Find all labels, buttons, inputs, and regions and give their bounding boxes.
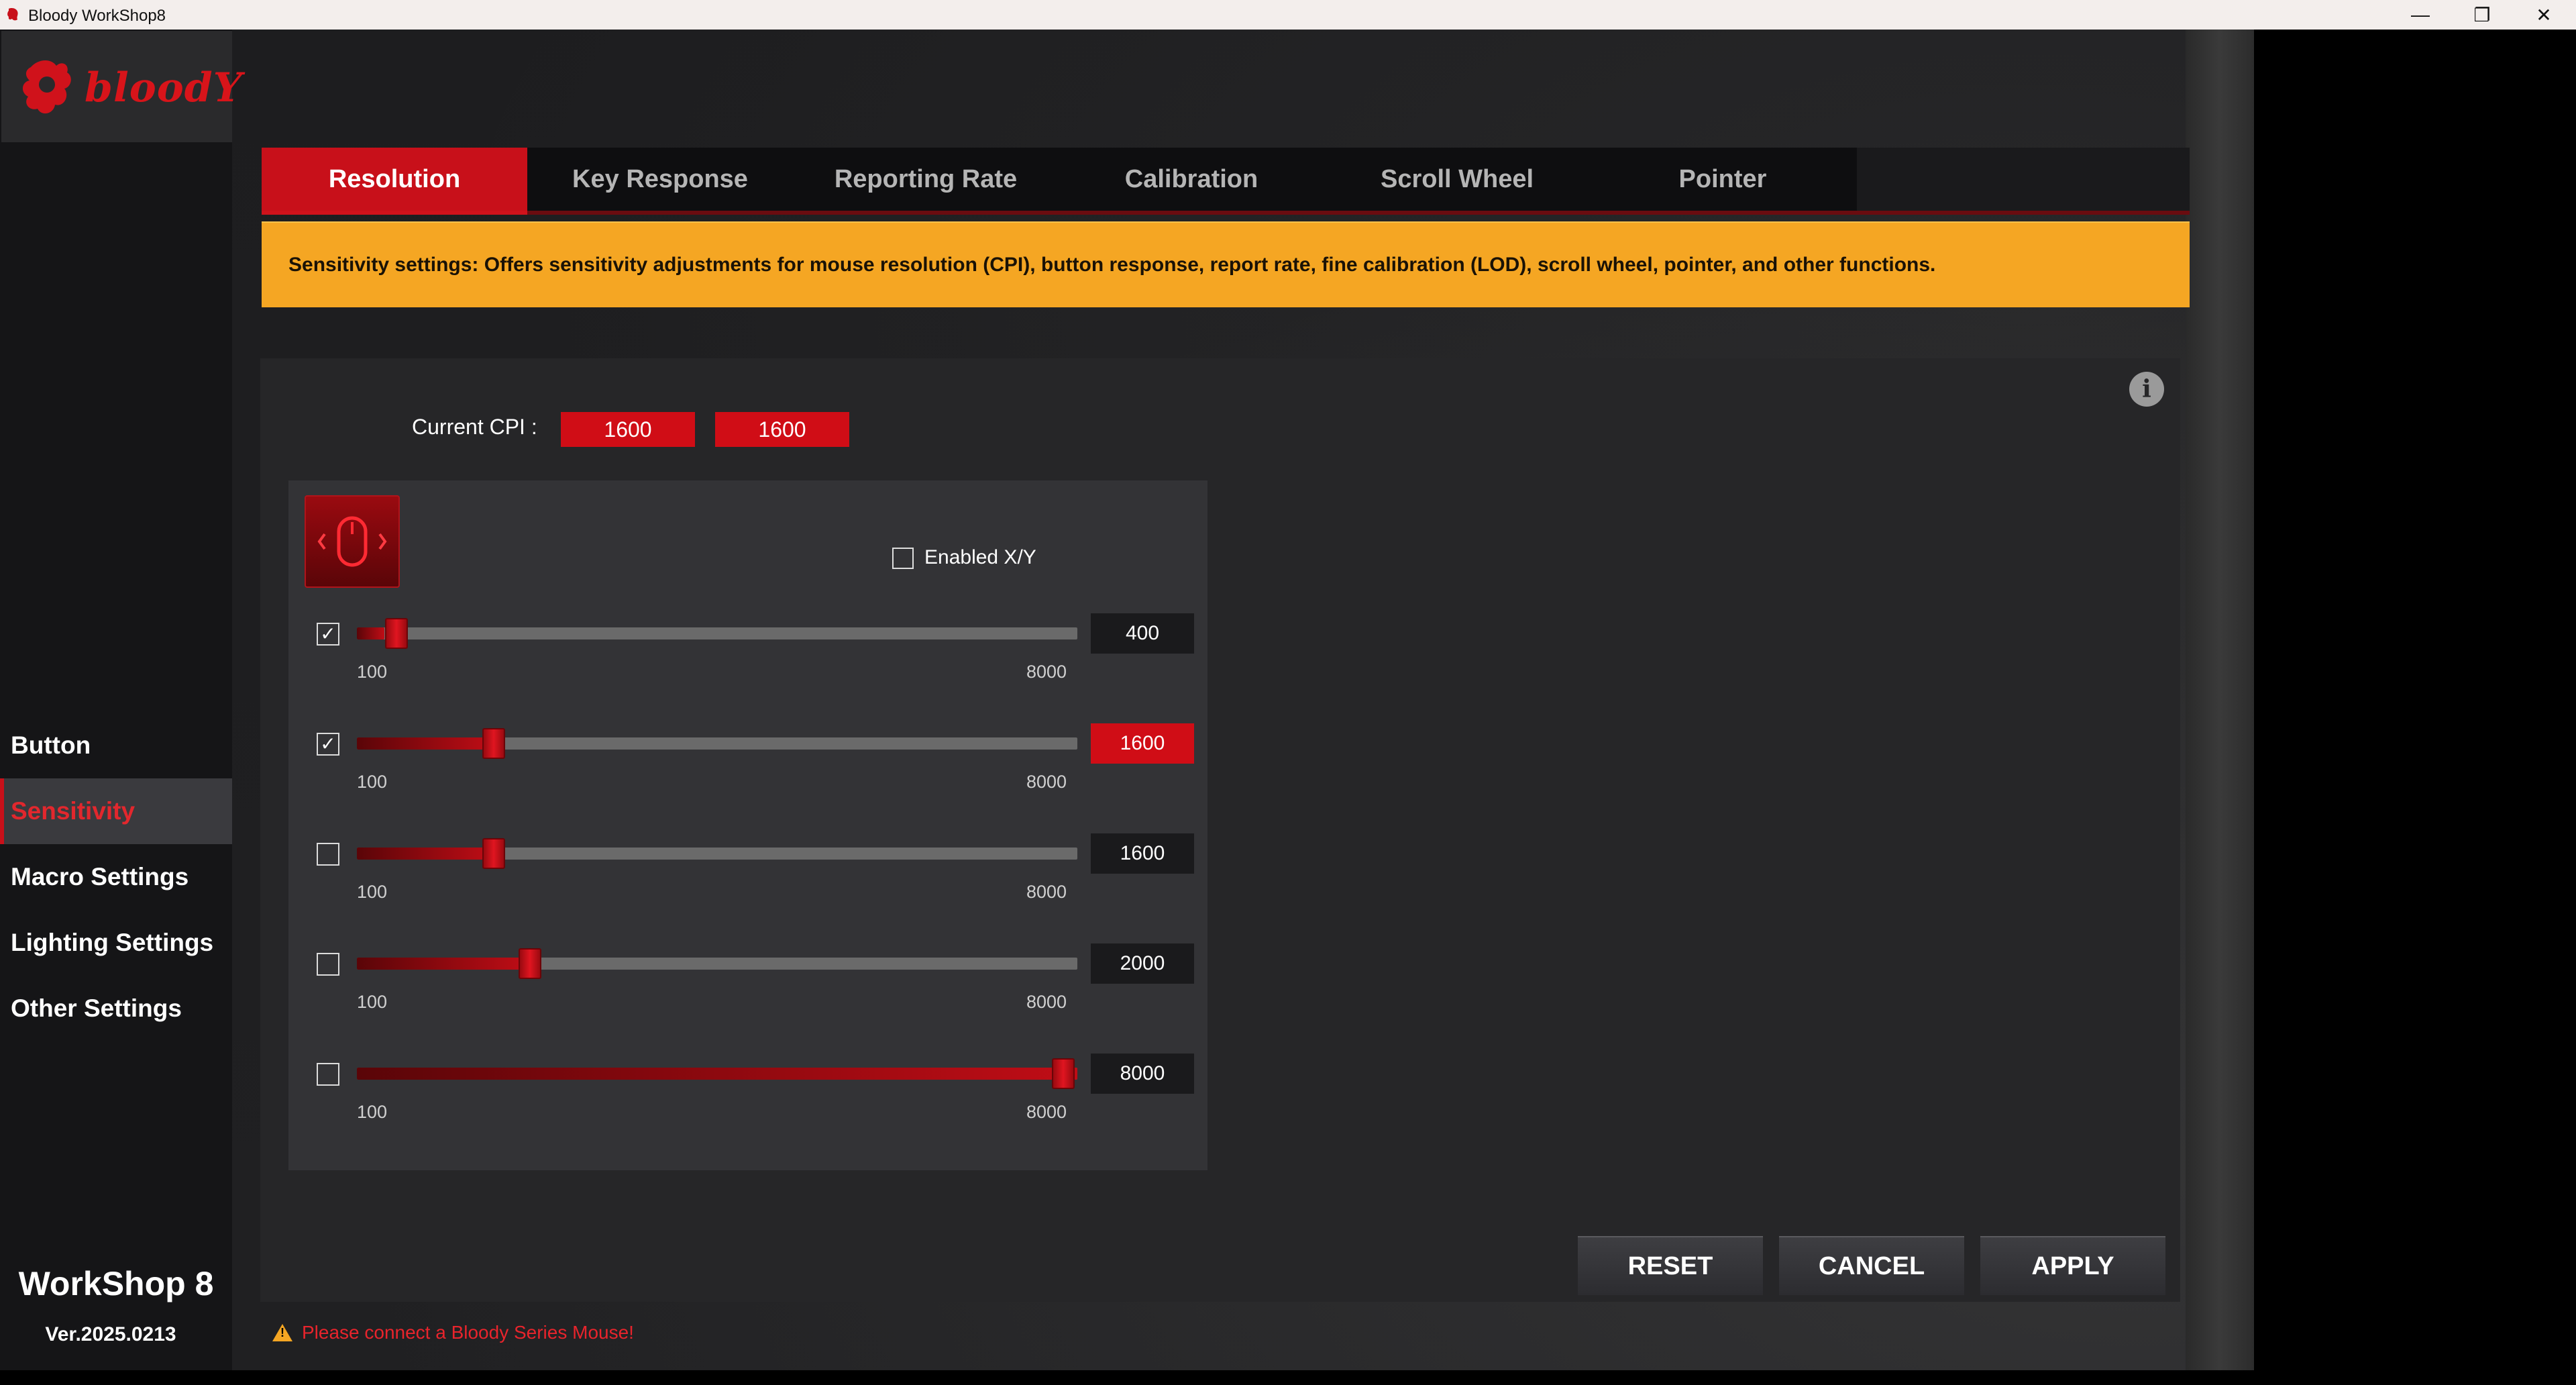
checkmark-icon: ✓ [320, 733, 336, 754]
reset-button[interactable]: RESET [1578, 1236, 1763, 1295]
tab-list: Resolution Key Response Reporting Rate C… [262, 148, 1857, 211]
cpi-level-checkbox[interactable]: ✓ [317, 733, 339, 756]
slider-max-label: 8000 [1026, 882, 1067, 902]
tab-reporting-rate[interactable]: Reporting Rate [793, 148, 1059, 211]
cpi-value-field[interactable]: 1600 [1091, 833, 1194, 874]
slider-min-label: 100 [357, 992, 388, 1012]
cpi-slider-handle[interactable] [519, 948, 542, 979]
cpi-value-field[interactable]: 400 [1091, 613, 1194, 654]
sidebar-item-label: Sensitivity [11, 797, 136, 825]
slider-max-label: 8000 [1026, 772, 1067, 792]
minimize-icon: — [2411, 4, 2430, 25]
cpi-level-checkbox[interactable] [317, 1063, 339, 1086]
sidebar-item-label: Macro Settings [11, 863, 189, 890]
cpi-slider-handle[interactable] [385, 618, 409, 649]
sidebar-item-other-settings[interactable]: Other Settings [0, 976, 232, 1041]
cpi-slider-fill [357, 1068, 1077, 1080]
cpi-value-field[interactable]: 1600 [1091, 723, 1194, 764]
slider-min-label: 100 [357, 1102, 388, 1122]
checkmark-icon: ✓ [320, 623, 336, 644]
close-icon: ✕ [2536, 4, 2552, 25]
sidebar-item-label: Lighting Settings [11, 929, 214, 956]
apply-button[interactable]: APPLY [1980, 1236, 2165, 1295]
bloody-app-icon [7, 8, 18, 21]
slider-min-label: 100 [357, 662, 388, 682]
tab-calibration[interactable]: Calibration [1059, 148, 1324, 211]
restore-button[interactable]: ❐ [2451, 0, 2513, 30]
cpi-slider-track[interactable] [357, 838, 1077, 869]
status-message: Please connect a Bloody Series Mouse! [272, 1322, 634, 1343]
cpi-value-field[interactable]: 2000 [1091, 943, 1194, 984]
restore-icon: ❐ [2473, 4, 2491, 25]
enabled-xy-label: Enabled X/Y [924, 546, 1036, 568]
slider-max-label: 8000 [1026, 992, 1067, 1012]
tab-key-response[interactable]: Key Response [527, 148, 793, 211]
info-banner: Sensitivity settings: Offers sensitivity… [262, 221, 2190, 307]
sidebar-item-macro-settings[interactable]: Macro Settings [0, 844, 232, 910]
version-label: Ver.2025.0213 [45, 1323, 176, 1345]
cpi-slider-track[interactable] [357, 618, 1077, 649]
tab-scroll-wheel[interactable]: Scroll Wheel [1324, 148, 1590, 211]
status-text: Please connect a Bloody Series Mouse! [302, 1322, 634, 1343]
title-bar: Bloody WorkShop8 — ❐ ✕ [0, 0, 2576, 30]
tab-bar: Resolution Key Response Reporting Rate C… [262, 148, 2190, 215]
desktop-background-bottom [0, 1370, 2254, 1385]
bloody-hand-icon [22, 60, 71, 114]
cpi-slider-fill [357, 958, 531, 970]
slider-max-label: 8000 [1026, 662, 1067, 682]
logo: bloodY [1, 31, 242, 142]
sidebar-item-lighting-settings[interactable]: Lighting Settings [0, 910, 232, 976]
slider-min-label: 100 [357, 772, 388, 792]
slider-min-label: 100 [357, 882, 388, 902]
mouse-icon [305, 495, 400, 588]
info-icon[interactable]: i [2129, 372, 2164, 407]
warning-icon [272, 1324, 292, 1341]
tab-resolution[interactable]: Resolution [262, 148, 527, 211]
sidebar-item-sensitivity[interactable]: Sensitivity [0, 778, 232, 844]
enabled-xy-checkbox[interactable] [892, 548, 914, 569]
cpi-value-field[interactable]: 8000 [1091, 1054, 1194, 1094]
cpi-slider-track[interactable] [357, 728, 1077, 759]
tab-pointer[interactable]: Pointer [1590, 148, 1856, 211]
cpi-slider-track[interactable] [357, 1058, 1077, 1089]
cpi-level-checkbox[interactable]: ✓ [317, 623, 339, 646]
sidebar-nav: Button Sensitivity Macro Settings Lighti… [0, 713, 232, 1041]
current-cpi-y: 1600 [715, 412, 849, 447]
logo-text: bloodY [85, 64, 243, 111]
close-button[interactable]: ✕ [2513, 0, 2575, 30]
cpi-slider-track[interactable] [357, 948, 1077, 979]
sidebar-item-label: Button [11, 731, 91, 759]
cpi-level-checkbox[interactable] [317, 843, 339, 866]
sidebar: bloodY Button Sensitivity Macro Settings… [0, 30, 242, 1370]
tab-active-indicator [262, 211, 527, 215]
cpi-level-checkbox[interactable] [317, 953, 339, 976]
minimize-button[interactable]: — [2390, 0, 2451, 30]
cpi-slider-handle[interactable] [482, 728, 505, 759]
tab-underline [262, 211, 2190, 215]
cpi-slider-fill [357, 737, 494, 750]
brand-title: WorkShop 8 [18, 1265, 214, 1302]
slider-max-label: 8000 [1026, 1102, 1067, 1122]
desktop-background [2254, 30, 2576, 1385]
window-title: Bloody WorkShop8 [28, 7, 166, 25]
cpi-slider-handle[interactable] [482, 838, 505, 869]
cpi-slider-fill [357, 627, 384, 639]
current-cpi-x: 1600 [561, 412, 695, 447]
cpi-slider-handle[interactable] [1051, 1058, 1075, 1089]
sidebar-item-label: Other Settings [11, 994, 182, 1022]
cancel-button[interactable]: CANCEL [1779, 1236, 1964, 1295]
cpi-slider-fill [357, 848, 494, 860]
current-cpi-label: Current CPI : [412, 415, 537, 439]
app-edge-texture [2186, 30, 2254, 1370]
sidebar-item-button[interactable]: Button [0, 713, 232, 778]
